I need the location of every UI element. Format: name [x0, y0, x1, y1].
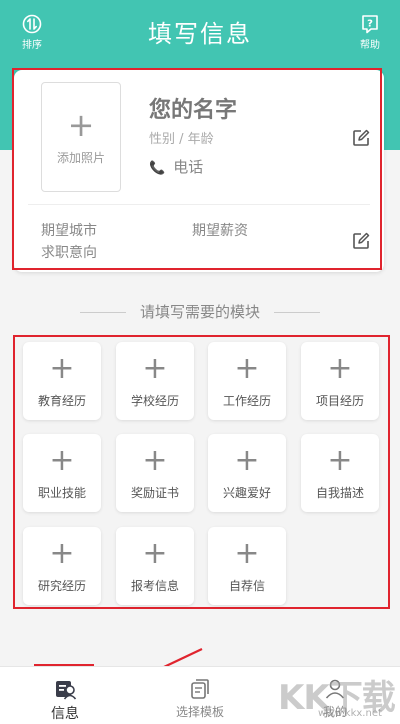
watermark: KK下载 www.kkx.net: [278, 668, 396, 722]
help-label: 帮助: [360, 40, 380, 51]
svg-text:?: ?: [367, 19, 373, 30]
module-research[interactable]: + 研究经历: [23, 527, 101, 605]
page-title: 填写信息: [148, 20, 252, 48]
module-label: 自荐信: [228, 579, 265, 593]
tab-template-label: 选择模板: [175, 705, 224, 719]
module-self-description[interactable]: + 自我描述: [301, 434, 379, 512]
help-button[interactable]: ? 帮助: [350, 14, 390, 51]
module-awards[interactable]: + 奖励证书: [116, 434, 194, 512]
module-school[interactable]: + 学校经历: [116, 342, 194, 420]
plus-icon: +: [49, 351, 75, 386]
plus-icon: +: [327, 443, 353, 478]
template-icon: [191, 679, 209, 699]
module-label: 报考信息: [130, 579, 179, 593]
section-line-right: [274, 312, 320, 313]
module-label: 奖励证书: [130, 486, 179, 500]
plus-icon: +: [234, 536, 260, 571]
module-hobbies[interactable]: + 兴趣爱好: [208, 434, 286, 512]
plus-icon: +: [49, 536, 75, 571]
plus-icon: +: [142, 536, 168, 571]
plus-icon: +: [142, 443, 168, 478]
module-label: 自我描述: [315, 486, 364, 500]
module-label: 项目经历: [315, 394, 364, 408]
annotation-box-card: [12, 68, 382, 270]
section-title: 请填写需要的模块: [0, 301, 400, 322]
section-title-text: 请填写需要的模块: [139, 303, 260, 321]
module-work[interactable]: + 工作经历: [208, 342, 286, 420]
section-line-left: [79, 312, 126, 313]
plus-icon: +: [49, 443, 75, 478]
module-label: 兴趣爱好: [222, 486, 271, 500]
module-project[interactable]: + 项目经历: [301, 342, 379, 420]
module-exam-info[interactable]: + 报考信息: [116, 527, 194, 605]
info-tab-icon: [56, 681, 77, 700]
watermark-url: www.kkx.net: [318, 708, 382, 719]
module-cover-letter[interactable]: + 自荐信: [208, 527, 286, 605]
module-label: 工作经历: [222, 394, 271, 408]
help-icon: ?: [362, 15, 378, 34]
module-label: 职业技能: [37, 486, 86, 500]
plus-icon: +: [234, 443, 260, 478]
tab-info-label: 信息: [51, 706, 79, 722]
tab-info[interactable]: 信息: [30, 673, 100, 723]
module-education[interactable]: + 教育经历: [23, 342, 101, 420]
module-label: 学校经历: [130, 394, 179, 408]
plus-icon: +: [142, 351, 168, 386]
module-label: 研究经历: [37, 579, 86, 593]
plus-icon: +: [234, 351, 260, 386]
module-skills[interactable]: + 职业技能: [23, 434, 101, 512]
plus-icon: +: [327, 351, 353, 386]
module-label: 教育经历: [37, 394, 86, 408]
tab-choose-template[interactable]: 选择模板: [165, 673, 235, 720]
